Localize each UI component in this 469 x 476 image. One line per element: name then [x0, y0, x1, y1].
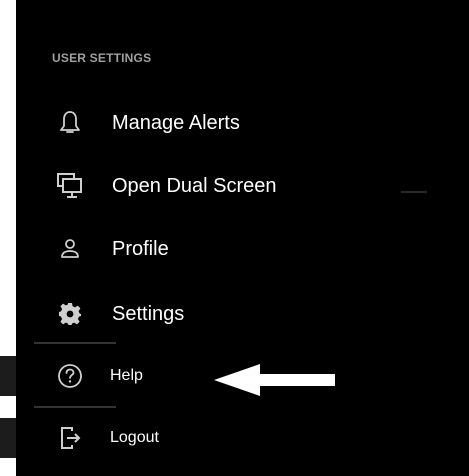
gear-icon: [52, 296, 88, 332]
edge-fragment: [0, 418, 16, 458]
help-circle-icon: [52, 358, 88, 394]
divider: [34, 406, 116, 408]
section-title: USER SETTINGS: [52, 51, 152, 65]
menu-item-open-dual-screen[interactable]: Open Dual Screen: [36, 162, 416, 210]
menu-item-label: Manage Alerts: [112, 111, 240, 134]
menu-item-label: Profile: [112, 237, 169, 260]
user-icon: [52, 231, 88, 267]
menu-item-logout[interactable]: Logout: [36, 414, 416, 462]
monitor-icon: [52, 168, 88, 204]
divider: [34, 342, 116, 344]
menu-item-settings[interactable]: Settings: [36, 290, 416, 338]
edge-fragment: [0, 356, 16, 396]
bell-icon: [52, 105, 88, 141]
menu-item-manage-alerts[interactable]: Manage Alerts: [36, 99, 416, 147]
annotation-arrow-icon: [214, 364, 335, 396]
user-settings-menu: USER SETTINGS Manage Alerts Open Dual Sc…: [16, 0, 469, 476]
menu-item-label: Help: [110, 367, 143, 384]
menu-item-label: Logout: [110, 429, 159, 446]
logout-icon: [52, 420, 88, 456]
menu-item-label: Settings: [112, 302, 185, 325]
menu-item-profile[interactable]: Profile: [36, 225, 416, 273]
menu-item-label: Open Dual Screen: [112, 174, 277, 197]
